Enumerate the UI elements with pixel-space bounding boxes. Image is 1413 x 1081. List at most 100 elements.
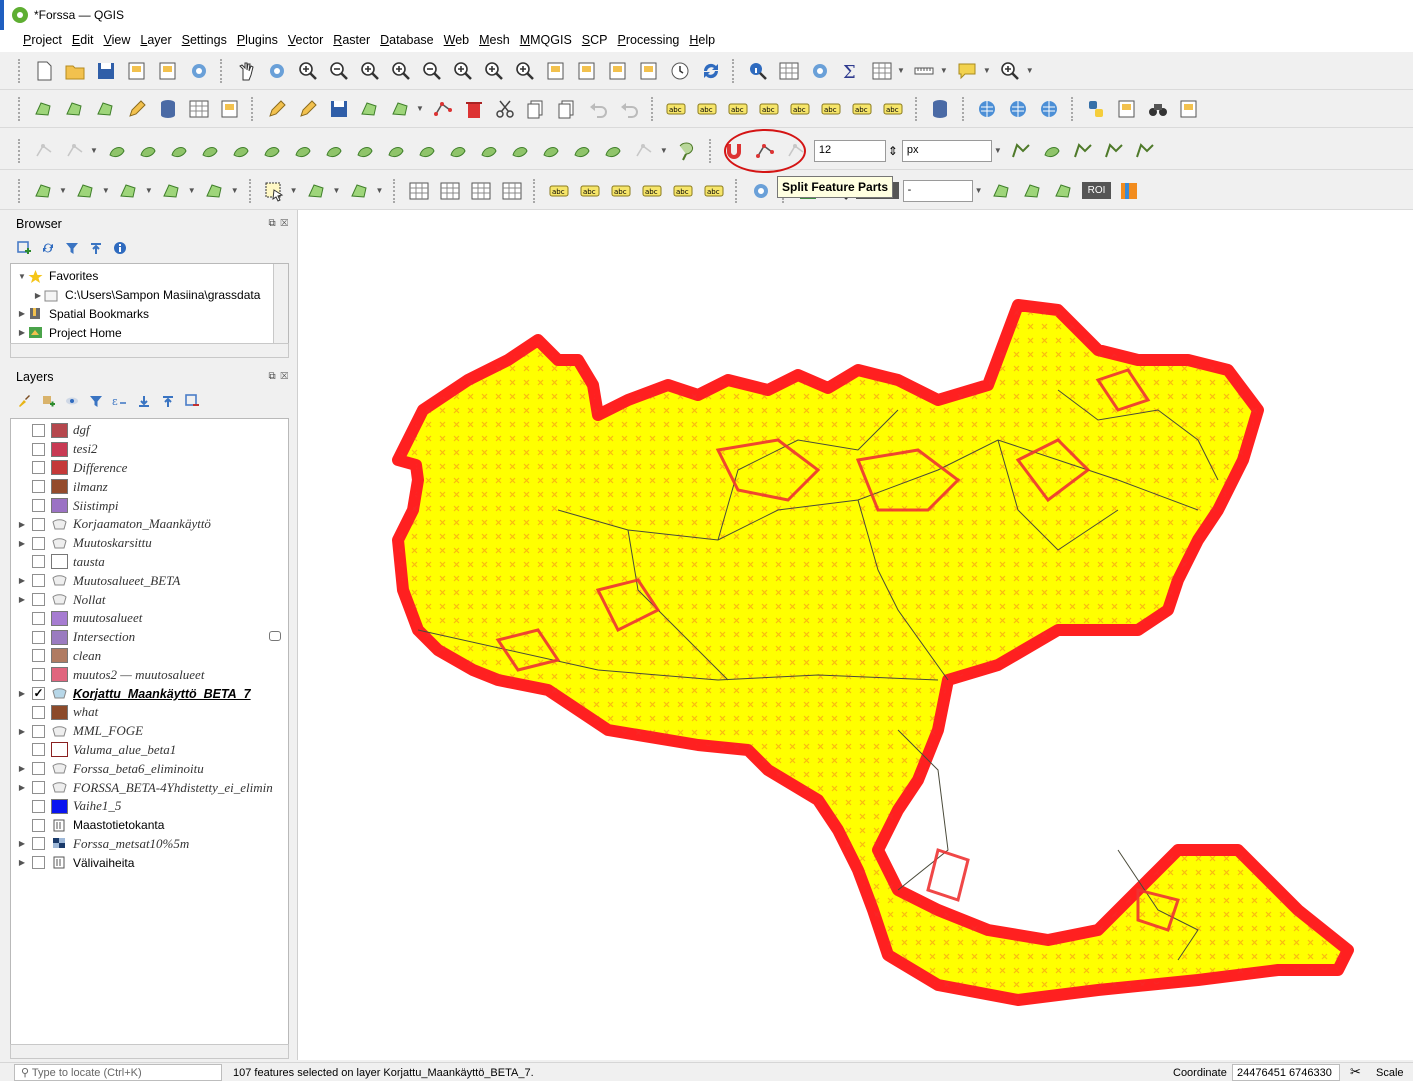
layer-item[interactable]: ▶ FORSSA_BETA-4Yhdistetty_ei_elimin [11,778,288,797]
statistics-icon[interactable] [806,57,833,84]
expand-arrow-icon[interactable]: ▶ [17,783,27,792]
search-binoculars-icon[interactable] [1145,95,1172,122]
expand-arrow-icon[interactable]: ▶ [17,764,27,773]
dropdown-arrow-icon[interactable]: ▼ [290,186,298,195]
python-console-icon[interactable] [1083,95,1110,122]
layer-visibility-checkbox[interactable] [32,630,45,644]
expand-arrow-icon[interactable]: ▶ [17,328,27,337]
layer-visibility-checkbox[interactable] [32,781,45,795]
undo-icon[interactable] [585,95,612,122]
web-globe-icon[interactable] [1005,95,1032,122]
expand-arrow-icon[interactable]: ▶ [17,595,27,604]
menu-web[interactable]: Web [439,30,474,52]
layer-item[interactable]: ▶ Forssa_beta6_eliminoitu [11,759,288,778]
layers-horizontal-scrollbar[interactable] [10,1044,289,1059]
browser-item[interactable]: ▶ C:\Users\Sampon Masiina\grassdata [11,286,288,305]
layer-item[interactable]: Valuma_alue_beta1 [11,741,288,760]
dropdown-arrow-icon[interactable]: ▼ [102,186,110,195]
delete-part-icon[interactable] [321,137,348,164]
toolbar-grip[interactable] [248,178,253,203]
menu-database[interactable]: Database [375,30,439,52]
split-features-icon[interactable] [414,137,441,164]
identify-features-icon[interactable] [744,57,771,84]
coordinate-field[interactable]: 24476451 6746330 [1232,1064,1340,1081]
highlight-pinned-labels-icon[interactable]: abc [725,95,752,122]
locator-search-input[interactable]: ⚲ Type to locate (Ctrl+K) [14,1064,222,1081]
toolbar-grip[interactable] [1070,96,1075,121]
map-tips-icon[interactable] [954,57,981,84]
layer-item[interactable]: dgf [11,421,288,440]
snapping-topology-icon[interactable] [752,137,779,164]
refresh-icon[interactable] [697,57,724,84]
visibility-eye-icon[interactable] [64,393,80,409]
toolbar-grip[interactable] [732,58,736,83]
enable-advanced-digitizing-icon[interactable] [30,137,57,164]
toolbar-grip[interactable] [961,96,966,121]
add-virtual-layer-icon[interactable] [216,95,243,122]
expand-arrow-icon[interactable]: ▶ [17,576,27,585]
menu-vector[interactable]: Vector [283,30,328,52]
toggle-editing-icon[interactable] [294,95,321,122]
layers-panel-controls[interactable]: ⧉ ☒ [269,371,289,382]
zoom-to-layer-icon[interactable] [418,57,445,84]
map-canvas[interactable] [298,210,1413,1060]
scp-zoom-roi-icon[interactable] [1051,177,1078,204]
change-label-icon[interactable]: abc [880,95,907,122]
add-selected-icon[interactable] [16,240,32,256]
menu-layer[interactable]: Layer [135,30,176,52]
delete-tool-icon[interactable] [1070,137,1097,164]
scp-input-icon[interactable] [989,177,1016,204]
toolbar-grip[interactable] [18,138,22,163]
style-brush-icon[interactable] [16,393,32,409]
form-annotation-icon[interactable]: abc [669,177,696,204]
layer-item[interactable]: ▶ Muutosalueet_BETA [11,571,288,590]
dropdown-arrow-icon[interactable]: ▼ [375,186,383,195]
add-spatialite-icon[interactable] [123,95,150,122]
dropdown-arrow-icon[interactable]: ▼ [90,146,98,155]
toolbar-grip[interactable] [914,96,919,121]
toolbar-grip[interactable] [533,178,537,203]
layer-visibility-checkbox[interactable] [32,423,45,437]
zoom-out-icon[interactable] [325,57,352,84]
dropdown-arrow-icon[interactable]: ▼ [145,186,153,195]
menu-raster[interactable]: Raster [328,30,375,52]
browser-panel-controls[interactable]: ⧉ ☒ [269,218,289,229]
layer-item[interactable]: ilmanz [11,477,288,496]
info-icon[interactable] [112,240,128,256]
menu-mesh[interactable]: Mesh [474,30,515,52]
layer-item[interactable]: ▶ Välivaiheita [11,853,288,872]
browser-horizontal-scrollbar[interactable] [10,343,289,358]
reshape-features-icon[interactable] [352,137,379,164]
graph-icon[interactable] [498,177,525,204]
zoom-to-selection-icon[interactable] [387,57,414,84]
toolbar-grip[interactable] [220,58,224,83]
toggle-extents-icon[interactable]: ✂ [1350,1064,1361,1080]
browser-item[interactable]: ▼ Favorites [11,267,288,286]
open-project-icon[interactable] [61,57,88,84]
layer-item[interactable]: Maastotietokanta [11,816,288,835]
layer-visibility-checkbox[interactable] [32,837,45,851]
menu-view[interactable]: View [98,30,135,52]
toolbar-grip[interactable] [251,96,255,121]
spinbox-arrows-icon[interactable]: ⇕ [888,144,898,158]
svg-annotation-icon[interactable]: abc [700,177,727,204]
dropdown-arrow-icon[interactable]: ▼ [188,186,196,195]
toolbar-grip[interactable] [18,178,22,203]
scp-dock-icon[interactable] [747,177,774,204]
collapse-all-layers-icon[interactable] [160,393,176,409]
digitize-point-icon[interactable] [73,177,100,204]
current-edits-icon[interactable] [263,95,290,122]
layer-visibility-checkbox[interactable] [32,442,45,456]
menu-settings[interactable]: Settings [177,30,232,52]
layer-item[interactable]: tesi2 [11,440,288,459]
new-3d-view-icon[interactable] [573,57,600,84]
fill-ring-icon[interactable] [259,137,286,164]
expand-arrow-icon[interactable]: ▼ [17,272,27,281]
new-layout-icon[interactable] [123,57,150,84]
deselect-all-icon[interactable] [346,177,373,204]
layer-visibility-checkbox[interactable] [32,593,45,607]
add-part-icon[interactable] [228,137,255,164]
sum-icon[interactable]: Σ [837,57,864,84]
reshape-tool-icon[interactable] [1008,137,1035,164]
layer-visibility-checkbox[interactable] [32,574,45,588]
